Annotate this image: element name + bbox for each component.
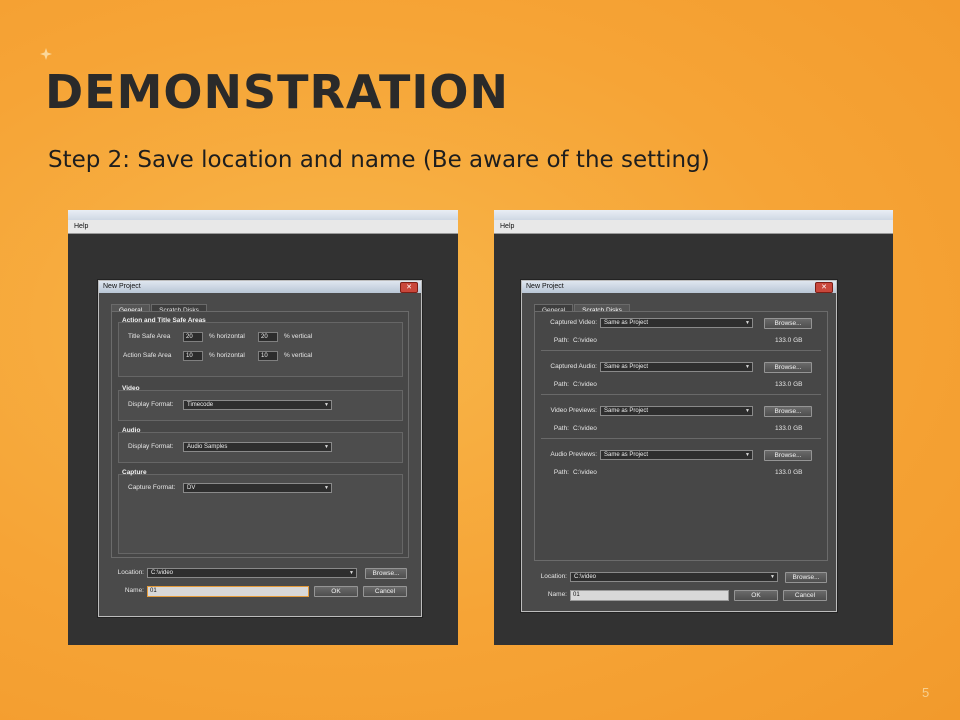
- title-safe-h-unit: % horizontal: [209, 333, 245, 340]
- video-previews-label: Video Previews:: [550, 407, 598, 414]
- chevron-down-icon: ▼: [349, 570, 354, 576]
- audio-previews-dropdown[interactable]: Same as Project ▼: [600, 450, 753, 460]
- video-previews-size: 133.0 GB: [775, 425, 803, 432]
- captured-audio-path-label: Path:: [553, 381, 569, 388]
- audio-display-format-label: Display Format:: [128, 443, 174, 450]
- title-bullet-icon: [40, 48, 52, 60]
- safe-areas-title: Action and Title Safe Areas: [122, 317, 206, 324]
- action-safe-v-unit: % vertical: [284, 352, 313, 359]
- video-display-format-label: Display Format:: [128, 401, 174, 408]
- captured-video-label: Captured Video:: [550, 319, 597, 326]
- captured-audio-path: C:\video: [573, 381, 597, 388]
- ok-button[interactable]: OK: [734, 590, 778, 601]
- chevron-down-icon: ▼: [324, 444, 329, 450]
- scratch-disks-panel: Captured Video: Same as Project ▼ Browse.…: [534, 311, 828, 561]
- chevron-down-icon: ▼: [745, 408, 750, 414]
- action-safe-label: Action Safe Area: [123, 352, 172, 359]
- ok-button[interactable]: OK: [314, 586, 358, 597]
- location-dropdown[interactable]: C:\video ▼: [147, 568, 357, 578]
- audio-previews-label: Audio Previews:: [550, 451, 597, 458]
- capture-format-dropdown[interactable]: DV ▼: [183, 483, 332, 493]
- name-label: Name:: [547, 591, 567, 598]
- captured-video-browse-button[interactable]: Browse...: [764, 318, 812, 329]
- cancel-button[interactable]: Cancel: [783, 590, 827, 601]
- chevron-down-icon: ▼: [770, 574, 775, 580]
- action-safe-h-unit: % horizontal: [209, 352, 245, 359]
- captured-audio-size: 133.0 GB: [775, 381, 803, 388]
- close-icon[interactable]: ✕: [815, 282, 833, 293]
- chevron-down-icon: ▼: [745, 452, 750, 458]
- chevron-down-icon: ▼: [745, 320, 750, 326]
- captured-video-path: C:\video: [573, 337, 597, 344]
- row-divider: [541, 438, 821, 439]
- slide-title: DEMONSTRATION: [45, 65, 510, 119]
- menu-help[interactable]: Help: [74, 223, 88, 230]
- chevron-down-icon: ▼: [324, 485, 329, 491]
- name-input[interactable]: 01: [570, 590, 729, 601]
- dialog-title: New Project: [526, 283, 564, 290]
- captured-video-size: 133.0 GB: [775, 337, 803, 344]
- menu-bar: Help: [68, 220, 458, 234]
- window-top-strip: [494, 210, 893, 220]
- screenshot-scratch-disks-tab: Help New Project ✕ GeneralScratch Disks …: [494, 210, 893, 645]
- audio-previews-path-label: Path:: [553, 469, 569, 476]
- safe-areas-group: [118, 322, 403, 377]
- video-previews-dropdown[interactable]: Same as Project ▼: [600, 406, 753, 416]
- captured-audio-browse-button[interactable]: Browse...: [764, 362, 812, 373]
- cancel-button[interactable]: Cancel: [363, 586, 407, 597]
- captured-video-path-label: Path:: [553, 337, 569, 344]
- capture-title: Capture: [122, 469, 147, 476]
- video-display-format-dropdown[interactable]: Timecode ▼: [183, 400, 332, 410]
- title-safe-h-input[interactable]: 20: [183, 332, 203, 342]
- location-label: Location:: [117, 569, 144, 576]
- dialog-tabs: GeneralScratch Disks: [534, 299, 631, 316]
- audio-previews-size: 133.0 GB: [775, 469, 803, 476]
- location-browse-button[interactable]: Browse...: [785, 572, 827, 583]
- audio-title: Audio: [122, 427, 141, 434]
- dialog-titlebar: New Project ✕: [99, 281, 421, 293]
- title-safe-v-unit: % vertical: [284, 333, 313, 340]
- new-project-dialog: New Project ✕ GeneralScratch Disks Captu…: [521, 280, 837, 612]
- close-icon[interactable]: ✕: [400, 282, 418, 293]
- menu-bar: Help: [494, 220, 893, 234]
- title-safe-v-input[interactable]: 20: [258, 332, 278, 342]
- row-divider: [541, 394, 821, 395]
- audio-display-format-dropdown[interactable]: Audio Samples ▼: [183, 442, 332, 452]
- slide-subtitle: Step 2: Save location and name (Be aware…: [48, 147, 710, 173]
- captured-audio-label: Captured Audio:: [550, 363, 597, 370]
- video-previews-browse-button[interactable]: Browse...: [764, 406, 812, 417]
- chevron-down-icon: ▼: [745, 364, 750, 370]
- name-input[interactable]: 01: [147, 586, 309, 597]
- dialog-title: New Project: [103, 283, 141, 290]
- name-label: Name:: [124, 587, 144, 594]
- captured-audio-dropdown[interactable]: Same as Project ▼: [600, 362, 753, 372]
- location-label: Location:: [540, 573, 567, 580]
- menu-help[interactable]: Help: [500, 223, 514, 230]
- chevron-down-icon: ▼: [324, 402, 329, 408]
- audio-previews-browse-button[interactable]: Browse...: [764, 450, 812, 461]
- capture-format-label: Capture Format:: [128, 484, 176, 491]
- captured-video-dropdown[interactable]: Same as Project ▼: [600, 318, 753, 328]
- general-panel: Action and Title Safe Areas Title Safe A…: [111, 311, 409, 558]
- slide-page-number: 5: [922, 685, 930, 700]
- window-top-strip: [68, 210, 458, 220]
- action-safe-v-input[interactable]: 10: [258, 351, 278, 361]
- action-safe-h-input[interactable]: 10: [183, 351, 203, 361]
- video-previews-path: C:\video: [573, 425, 597, 432]
- row-divider: [541, 350, 821, 351]
- dialog-titlebar: New Project ✕: [522, 281, 836, 293]
- location-dropdown[interactable]: C:\video ▼: [570, 572, 778, 582]
- video-previews-path-label: Path:: [553, 425, 569, 432]
- audio-previews-path: C:\video: [573, 469, 597, 476]
- video-title: Video: [122, 385, 140, 392]
- dialog-tabs: GeneralScratch Disks: [111, 299, 208, 316]
- new-project-dialog: New Project ✕ GeneralScratch Disks Actio…: [98, 280, 422, 617]
- title-safe-label: Title Safe Area: [128, 333, 171, 340]
- screenshot-general-tab: Help New Project ✕ GeneralScratch Disks …: [68, 210, 458, 645]
- location-browse-button[interactable]: Browse...: [365, 568, 407, 579]
